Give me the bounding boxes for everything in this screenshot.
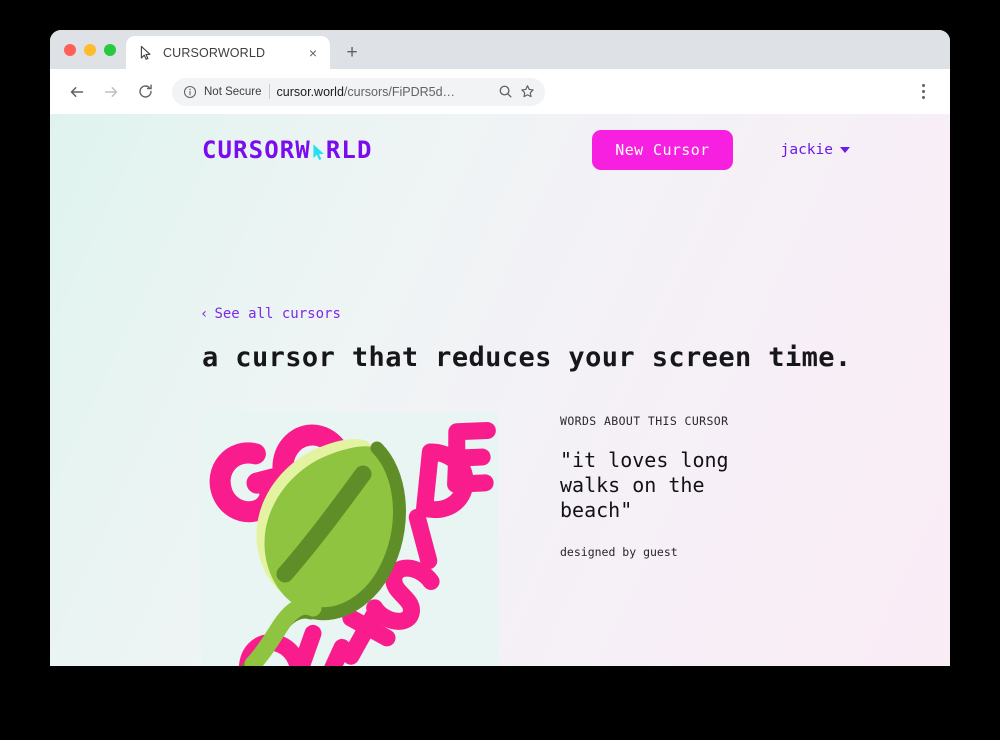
new-cursor-button[interactable]: New Cursor: [592, 130, 733, 170]
security-status-label: Not Secure: [204, 85, 262, 98]
address-bar[interactable]: Not Secure cursor.world/cursors/FiPDR5d…: [172, 77, 545, 106]
cursor-author: designed by guest: [560, 545, 678, 559]
see-all-cursors-label: See all cursors: [214, 306, 341, 322]
cursor-artwork[interactable]: [201, 412, 499, 666]
forward-button[interactable]: [96, 77, 126, 107]
window-close-button[interactable]: [64, 43, 76, 56]
chevron-down-icon: [840, 147, 850, 153]
cursor-quote: "it loves long walks on the beach": [560, 448, 729, 522]
window-minimize-button[interactable]: [84, 43, 96, 56]
browser-tab-title: CURSORWORLD: [163, 45, 266, 60]
browser-tab-strip: CURSORWORLD × +: [50, 30, 950, 69]
see-all-cursors-link[interactable]: ‹ See all cursors: [200, 306, 341, 322]
browser-tab[interactable]: CURSORWORLD ×: [126, 36, 330, 69]
browser-toolbar: Not Secure cursor.world/cursors/FiPDR5d…: [50, 69, 950, 114]
omnibox-divider: [268, 84, 270, 99]
new-tab-button[interactable]: +: [338, 38, 366, 66]
site-logo[interactable]: CURSORW RLD: [202, 136, 373, 164]
close-icon[interactable]: ×: [305, 45, 321, 61]
back-button[interactable]: [62, 77, 92, 107]
browser-window: CURSORWORLD × + Not Secure cursor.world/…: [50, 30, 950, 666]
window-zoom-button[interactable]: [104, 43, 116, 56]
header-actions: New Cursor jackie: [592, 130, 850, 170]
url-path: /cursors/FiPDR5d…: [343, 84, 456, 99]
page-content: CURSORW RLD New Cursor jackie ‹ See all c…: [50, 114, 950, 666]
info-circle-icon: [183, 85, 197, 98]
cursor-artwork-image: [201, 412, 499, 666]
site-header: CURSORW RLD New Cursor jackie: [202, 130, 850, 170]
star-icon[interactable]: [520, 84, 535, 99]
cursor-arrow-icon: [140, 45, 151, 60]
details-eyebrow-label: WORDS ABOUT THIS CURSOR: [560, 414, 729, 428]
user-menu[interactable]: jackie: [781, 142, 850, 158]
three-dots-vertical-icon[interactable]: [910, 77, 936, 107]
cursor-details: WORDS ABOUT THIS CURSOR "it loves long w…: [560, 414, 860, 559]
window-traffic-lights: [50, 30, 126, 69]
page-title: a cursor that reduces your screen time.: [202, 342, 852, 373]
address-bar-url: cursor.world/cursors/FiPDR5d…: [277, 85, 491, 99]
reload-button[interactable]: [130, 77, 160, 107]
logo-text-before: CURSORW: [202, 136, 311, 164]
magnifier-icon[interactable]: [498, 84, 513, 99]
url-host: cursor.world: [276, 84, 344, 99]
user-menu-label: jackie: [780, 142, 833, 158]
chevron-left-icon: ‹: [200, 306, 209, 322]
logo-text-after: RLD: [325, 136, 373, 164]
cursor-arrow-icon: [313, 143, 324, 160]
